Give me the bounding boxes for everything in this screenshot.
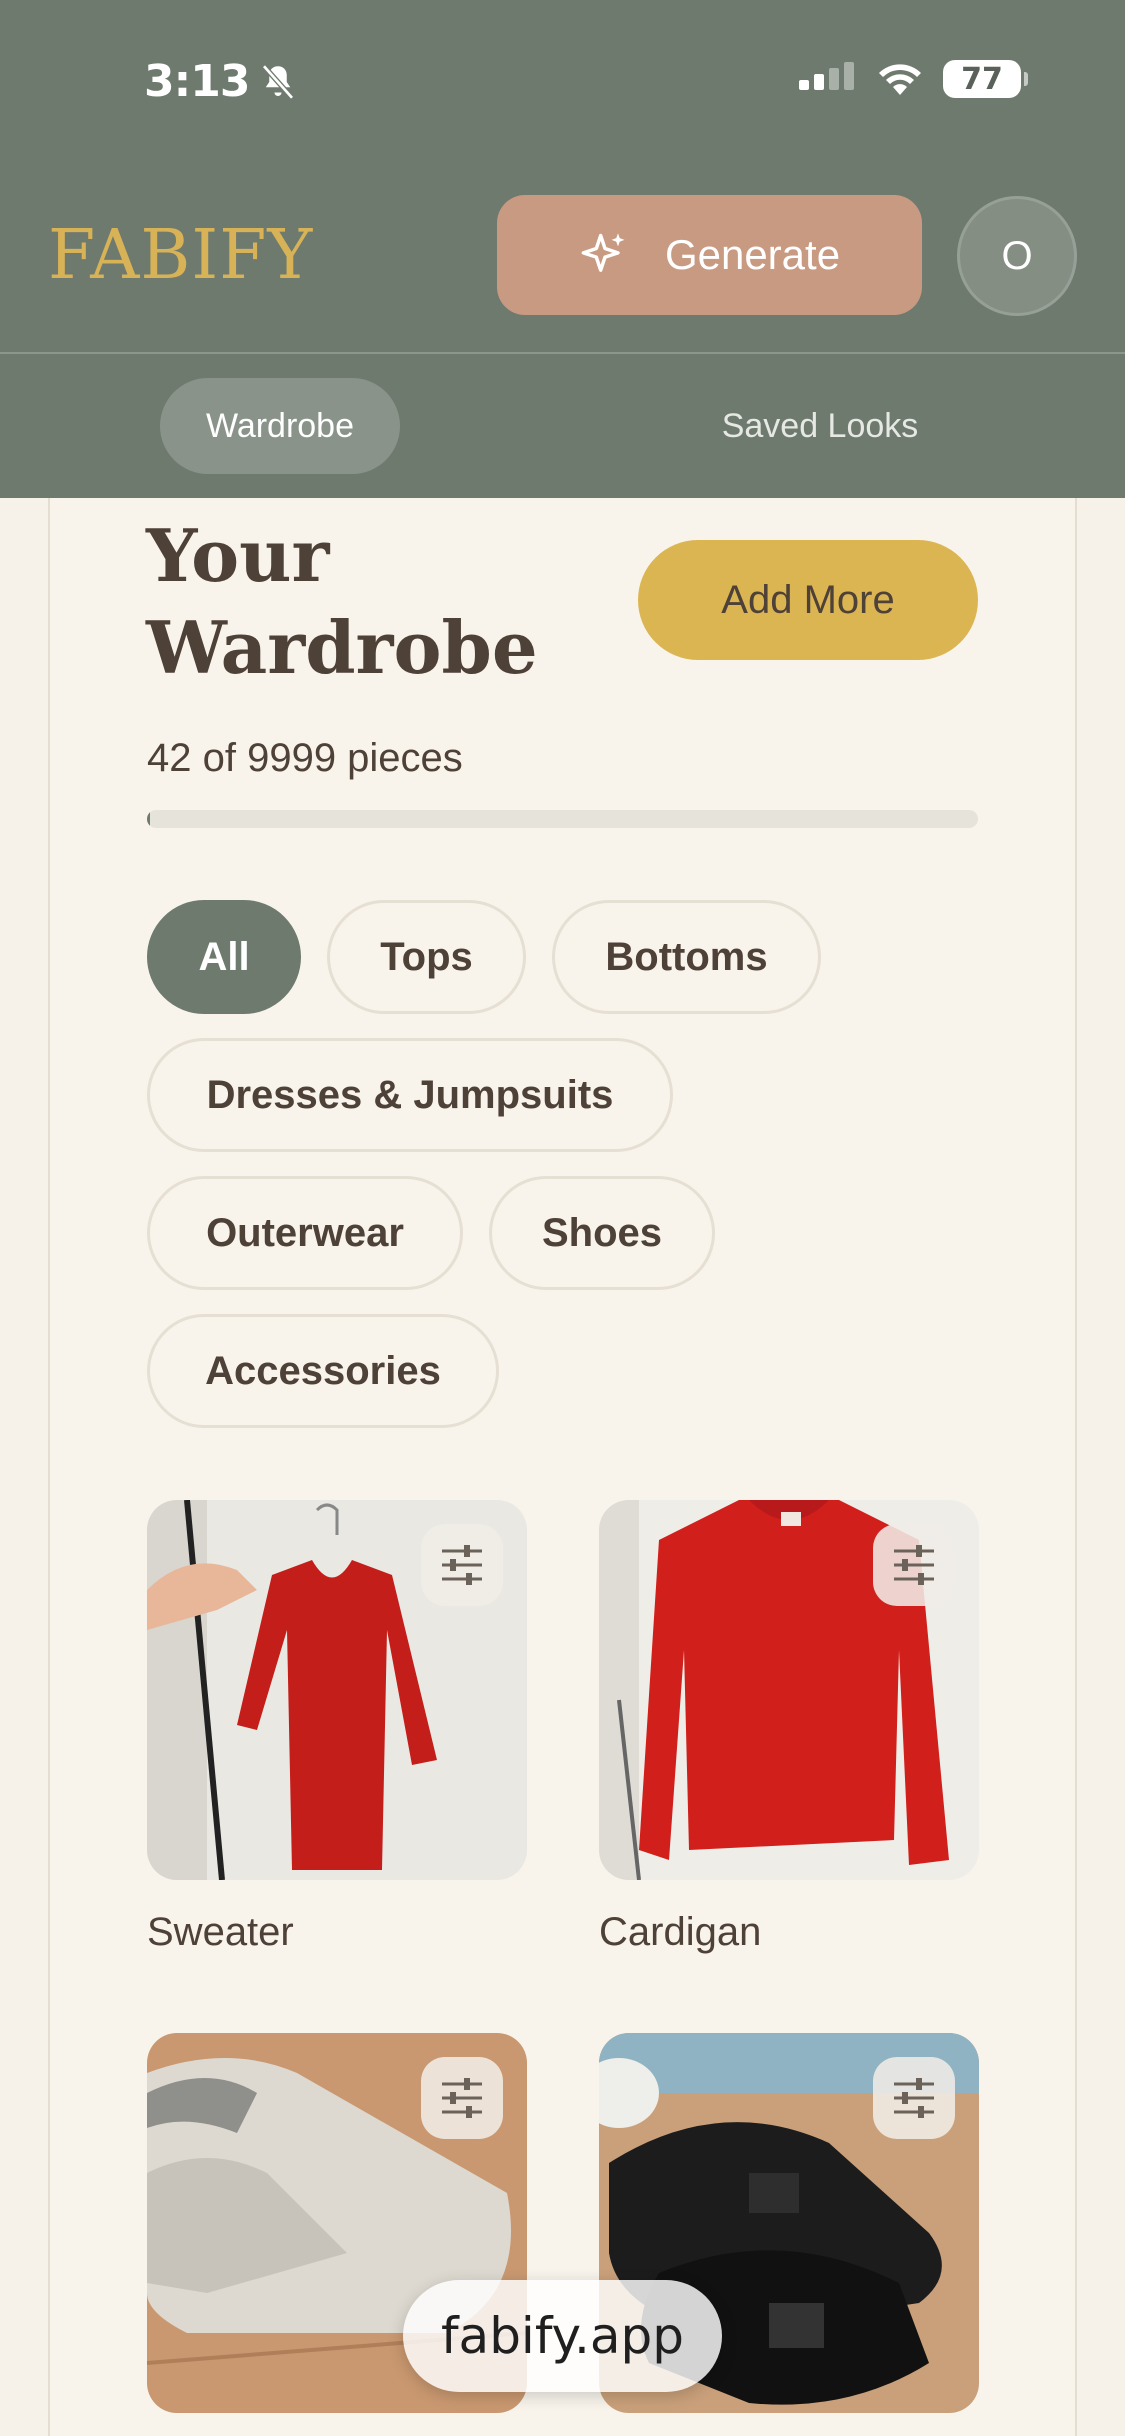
sliders-icon — [894, 1545, 934, 1585]
battery-indicator: 77 — [943, 60, 1028, 98]
filter-chip-tops[interactable]: Tops — [327, 900, 526, 1014]
wifi-icon — [879, 64, 921, 95]
item-options-button[interactable] — [873, 2057, 955, 2139]
filter-chip-all[interactable]: All — [147, 900, 301, 1014]
app-header: 3:13 77 FABIFY Generate O — [0, 0, 1125, 352]
add-more-button[interactable]: Add More — [638, 540, 978, 660]
signal-icon — [799, 62, 854, 90]
filter-chip-bottoms[interactable]: Bottoms — [552, 900, 821, 1014]
status-time-text: 3:13 — [144, 56, 250, 107]
item-options-button[interactable] — [421, 1524, 503, 1606]
avatar[interactable]: O — [957, 196, 1077, 316]
tab-bar: Wardrobe Saved Looks — [0, 354, 1125, 498]
status-time: 3:13 — [144, 56, 299, 107]
item-options-button[interactable] — [873, 1524, 955, 1606]
status-indicators: 77 — [799, 60, 1028, 98]
sliders-icon — [894, 2078, 934, 2118]
filter-chip-accessories[interactable]: Accessories — [147, 1314, 499, 1428]
piece-count: 42 of 9999 pieces — [147, 736, 463, 780]
generate-button[interactable]: Generate — [497, 195, 922, 315]
item-card-sweater[interactable] — [147, 1500, 527, 1880]
item-label-cardigan: Cardigan — [599, 1910, 762, 1954]
filter-chip-dresses-jumpsuits[interactable]: Dresses & Jumpsuits — [147, 1038, 673, 1152]
capacity-progress-bar — [147, 810, 978, 828]
sliders-icon — [442, 2078, 482, 2118]
item-label-sweater: Sweater — [147, 1910, 294, 1954]
filter-chip-shoes[interactable]: Shoes — [489, 1176, 715, 1290]
page-title: Your Wardrobe — [146, 513, 538, 690]
item-card-cardigan[interactable] — [599, 1500, 979, 1880]
filter-chip-outerwear[interactable]: Outerwear — [147, 1176, 463, 1290]
sliders-icon — [442, 1545, 482, 1585]
generate-label: Generate — [664, 231, 841, 278]
sparkle-icon — [581, 233, 625, 272]
tab-saved-looks[interactable]: Saved Looks — [690, 378, 950, 474]
app-logo[interactable]: FABIFY — [48, 216, 313, 295]
item-options-button[interactable] — [421, 2057, 503, 2139]
tab-wardrobe[interactable]: Wardrobe — [160, 378, 400, 474]
bell-off-icon — [262, 64, 295, 99]
browser-url-bar[interactable]: fabify.app — [403, 2280, 722, 2392]
